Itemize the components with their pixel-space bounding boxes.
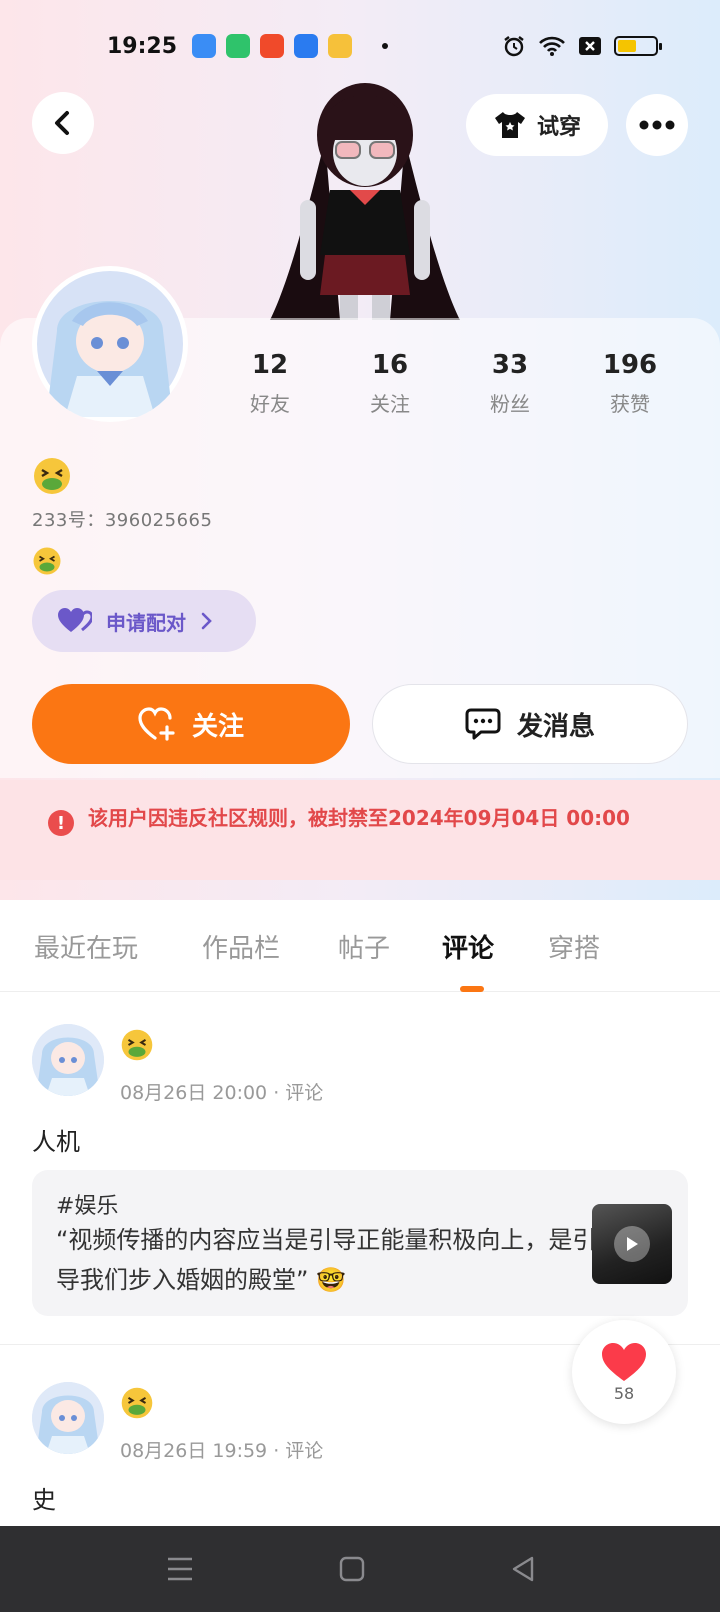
stat-label: 粉丝 — [490, 392, 530, 416]
chat-bubble-icon — [465, 708, 501, 740]
message-label: 发消息 — [516, 711, 595, 742]
profile-feed: 最近在玩 作品栏 帖子 评论 穿搭 08月26日 20:00 · 评论 人机 #… — [0, 902, 720, 1528]
more-dots-icon — [639, 120, 675, 130]
active-tab-indicator — [460, 986, 484, 992]
quoted-post-text: “视频传播的内容应当是引导正能量积极向上，是引导我们步入婚姻的殿堂” 🤓 — [56, 1226, 597, 1294]
stat-label: 好友 — [250, 392, 290, 416]
stat-fans[interactable]: 33 粉丝 — [450, 350, 570, 417]
system-icons — [502, 34, 662, 58]
profile-avatar[interactable] — [32, 266, 188, 422]
post-avatar[interactable] — [32, 1382, 104, 1454]
post-meta: 08月26日 19:59 · 评论 — [120, 1440, 324, 1462]
stat-value: 33 — [491, 350, 529, 380]
tshirt-icon — [494, 112, 525, 138]
chevron-left-icon — [55, 111, 69, 135]
app-notification-icon — [260, 34, 284, 58]
notification-icons — [192, 34, 388, 58]
tab-comments[interactable]: 评论 — [442, 928, 494, 965]
video-thumbnail[interactable] — [592, 1204, 672, 1284]
back-button[interactable] — [32, 92, 94, 154]
stat-likes[interactable]: 196 获赞 — [570, 350, 690, 417]
wifi-icon — [539, 36, 565, 56]
app-notification-icon — [328, 34, 352, 58]
tab-recently-played[interactable]: 最近在玩 — [34, 928, 138, 965]
quoted-post-tag: #娱乐 — [56, 1194, 119, 1219]
menu-icon[interactable] — [166, 1556, 194, 1582]
try-on-button[interactable]: 试穿 — [466, 94, 608, 156]
like-button[interactable]: 58 — [572, 1320, 676, 1424]
ban-notice-text: 该用户因违反社区规则，被封禁至2024年09月04日 00:00 — [88, 806, 630, 830]
stat-value: 196 — [602, 350, 658, 380]
follow-label: 关注 — [191, 711, 244, 742]
alarm-icon — [504, 36, 524, 57]
stat-label: 关注 — [370, 392, 410, 416]
character-avatar-figure[interactable] — [270, 80, 460, 320]
pairing-label: 申请配对 — [106, 610, 186, 635]
quoted-post-card[interactable]: #娱乐 “视频传播的内容应当是引导正能量积极向上，是引导我们步入婚姻的殿堂” 🤓 — [32, 1170, 688, 1316]
stat-friends[interactable]: 12 好友 — [210, 350, 330, 417]
profile-tabs: 最近在玩 作品栏 帖子 评论 穿搭 — [0, 902, 720, 992]
ban-notice: ! 该用户因违反社区规则，被封禁至2024年09月04日 00:00 — [0, 780, 720, 880]
system-nav-bar — [0, 1526, 720, 1612]
no-sim-icon — [579, 37, 601, 55]
heart-icon — [602, 1342, 646, 1381]
app-notification-icon — [294, 34, 318, 58]
tab-works[interactable]: 作品栏 — [202, 928, 280, 965]
post-text: 人机 — [32, 1128, 80, 1156]
stat-following[interactable]: 16 关注 — [330, 350, 450, 417]
warning-icon: ! — [48, 810, 74, 836]
chevron-right-icon — [201, 612, 212, 630]
status-bar: 19:25 — [0, 28, 720, 64]
follow-button[interactable]: 关注 — [32, 684, 350, 764]
profile-stats: 12 好友 16 关注 33 粉丝 196 获赞 — [210, 350, 690, 417]
nauseated-face-icon — [33, 547, 61, 575]
home-icon[interactable] — [339, 1556, 365, 1582]
user-id: 233号：396025665 — [32, 510, 213, 531]
back-triangle-icon[interactable] — [510, 1555, 536, 1583]
battery-icon — [614, 36, 662, 56]
app-notification-icon — [226, 34, 250, 58]
send-message-button[interactable]: 发消息 — [372, 684, 688, 764]
play-icon — [614, 1226, 650, 1262]
stat-value: 16 — [371, 350, 409, 380]
tab-outfits[interactable]: 穿搭 — [548, 928, 600, 965]
stat-label: 获赞 — [610, 392, 650, 416]
stat-value: 12 — [251, 350, 289, 380]
nauseated-face-icon — [121, 1029, 153, 1061]
anime-avatar-image — [32, 1024, 104, 1096]
request-pairing-button[interactable]: 申请配对 — [32, 590, 256, 652]
anime-avatar-image — [32, 1382, 104, 1454]
post-avatar[interactable] — [32, 1024, 104, 1096]
more-options-button[interactable] — [626, 94, 688, 156]
app-notification-icon — [192, 34, 216, 58]
tab-posts[interactable]: 帖子 — [338, 928, 390, 965]
post-text: 史 — [32, 1486, 56, 1514]
try-on-label: 试穿 — [536, 115, 581, 140]
nauseated-face-icon — [121, 1387, 153, 1419]
hearts-icon — [58, 608, 92, 632]
anime-avatar-image — [37, 271, 183, 417]
nauseated-face-icon — [34, 458, 70, 494]
heart-plus-icon — [138, 707, 175, 741]
like-count: 58 — [613, 1383, 635, 1403]
status-time: 19:25 — [107, 33, 178, 59]
more-notifications-dot — [382, 43, 388, 49]
post-meta: 08月26日 20:00 · 评论 — [120, 1082, 324, 1104]
